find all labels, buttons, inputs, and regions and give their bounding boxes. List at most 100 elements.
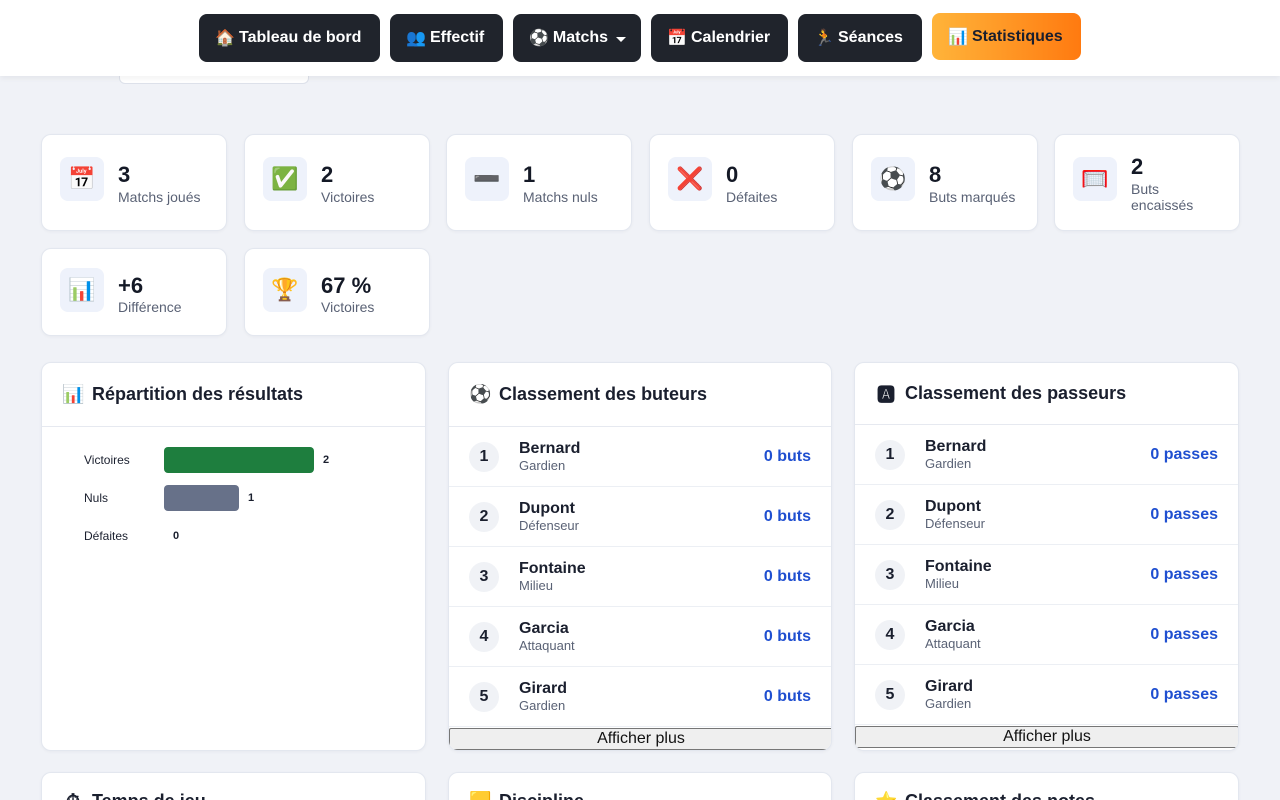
assists-panel-title: Classement des passeurs	[905, 383, 1127, 403]
bar-chart-icon: 📊	[948, 28, 968, 46]
nav-matches-label: Matchs	[552, 29, 609, 46]
player-position: Gardien	[925, 695, 972, 711]
stat-value: 1	[523, 162, 536, 187]
player-position: Gardien	[519, 457, 566, 473]
stat-label: Buts marqués	[929, 189, 1016, 205]
ranking-row: 5 Girard Gardien 0 passes	[855, 665, 1238, 725]
stat-value: 2	[1131, 154, 1144, 179]
stat-label: Buts encaissés	[1131, 181, 1194, 213]
rank-badge: 2	[469, 501, 499, 532]
stat-value: 67 %	[321, 273, 372, 298]
player-name[interactable]: Garcia	[519, 620, 575, 638]
nav-sessions-button[interactable]: 🏃 Séances	[798, 14, 922, 62]
nav-dashboard-button[interactable]: 🏠 Tableau de bord	[199, 14, 380, 62]
player-stat-value: 0 buts	[763, 687, 811, 705]
player-stat-value: 0 buts	[763, 447, 811, 465]
rank-badge: 1	[875, 439, 905, 470]
player-stat-value: 0 passes	[1150, 505, 1218, 523]
nav-squad-button[interactable]: 👥 Effectif	[390, 14, 503, 62]
rank-badge: 2	[875, 499, 905, 530]
rank-badge: 3	[469, 561, 499, 592]
runner-icon: 🏃	[814, 30, 834, 47]
player-position: Gardien	[925, 455, 972, 471]
stat-label: Défaites	[726, 189, 778, 205]
soccer-ball-icon: ⚽	[871, 157, 915, 201]
player-stat-value: 0 buts	[763, 567, 811, 585]
bar-row: Nuls 1	[84, 485, 254, 511]
ranking-row: 1 Bernard Gardien 0 buts	[449, 427, 831, 487]
nav-dashboard-label: Tableau de bord	[239, 29, 362, 46]
nav-matches-dropdown[interactable]: ⚽ Matchs	[513, 14, 641, 62]
player-stat-value: 0 buts	[763, 627, 811, 645]
player-info: Bernard Gardien	[925, 438, 986, 472]
player-name[interactable]: Bernard	[519, 440, 580, 458]
house-icon: 🏠	[215, 30, 235, 47]
player-stat-value: 0 passes	[1150, 625, 1218, 643]
ranking-row: 3 Fontaine Milieu 0 passes	[855, 545, 1238, 605]
player-name[interactable]: Girard	[519, 680, 567, 698]
ranking-row: 4 Garcia Attaquant 0 buts	[449, 607, 831, 667]
check-icon: ✅	[263, 157, 307, 201]
ranking-row: 2 Dupont Défenseur 0 buts	[449, 487, 831, 547]
stat-value: 2	[321, 162, 334, 187]
people-icon: 👥	[406, 30, 426, 47]
assists-list: 1 Bernard Gardien 0 passes 2 Dupont Défenseur 0…	[855, 425, 1238, 725]
player-stat-value: 0 passes	[1150, 565, 1218, 583]
stopwatch-icon: ⏱	[62, 791, 84, 800]
player-name[interactable]: Dupont	[925, 498, 985, 516]
soccer-ball-icon: ⚽	[469, 384, 492, 404]
letter-a-icon: 🅰	[877, 384, 895, 405]
stat-card-goals-conceded: 🥅 2 Buts encaissés	[1054, 134, 1240, 231]
player-name[interactable]: Dupont	[519, 500, 579, 518]
stat-card-goal-difference: 📊 +6 Différence	[41, 248, 227, 336]
rank-badge: 3	[875, 559, 905, 590]
player-position: Attaquant	[519, 637, 575, 653]
player-name[interactable]: Fontaine	[519, 560, 586, 578]
player-position: Défenseur	[925, 515, 985, 531]
rank-badge: 4	[875, 619, 905, 650]
nav-statistics-button[interactable]: 📊 Statistiques	[932, 13, 1081, 60]
player-stat-value: 0 passes	[1150, 685, 1218, 703]
assists-panel: 🅰 Classement des passeurs 1 Bernard Gardie…	[854, 362, 1239, 751]
assists-panel-header: 🅰 Classement des passeurs	[855, 363, 1238, 425]
cross-icon: ❌	[668, 157, 712, 201]
ranking-row: 1 Bernard Gardien 0 passes	[855, 425, 1238, 485]
ratings-panel-title: Classement des notes	[905, 791, 1095, 800]
main-nav: 🏠 Tableau de bord 👥 Effectif ⚽ Matchs 📅 …	[199, 13, 1081, 62]
player-stat-value: 0 buts	[763, 507, 811, 525]
player-info: Garcia Attaquant	[925, 618, 981, 652]
player-name[interactable]: Garcia	[925, 618, 981, 636]
scorers-show-more-button[interactable]: Afficher plus	[449, 728, 831, 750]
rank-badge: 5	[469, 681, 499, 712]
calendar-icon: 📅	[60, 157, 104, 201]
stat-card-goals-scored: ⚽ 8 Buts marqués	[852, 134, 1038, 231]
stat-label: Victoires	[321, 189, 375, 205]
stat-value: 8	[929, 162, 942, 187]
playtime-panel: ⏱ Temps de jeu	[41, 772, 426, 800]
stat-label: Matchs joués	[118, 189, 201, 205]
stat-value: 0	[726, 162, 739, 187]
player-name[interactable]: Girard	[925, 678, 973, 696]
player-info: Dupont Défenseur	[925, 498, 985, 532]
rank-badge: 1	[469, 441, 499, 472]
player-info: Fontaine Milieu	[925, 558, 992, 592]
calendar-icon: 📅	[667, 30, 687, 47]
player-name[interactable]: Fontaine	[925, 558, 992, 576]
stat-value: +6	[118, 273, 144, 298]
results-bar-chart: Victoires 2 Nuls 1 Défaites 0	[42, 427, 425, 727]
nav-statistics-label: Statistiques	[972, 27, 1063, 45]
ranking-row: 2 Dupont Défenseur 0 passes	[855, 485, 1238, 545]
soccer-ball-icon: ⚽	[529, 30, 549, 47]
assists-show-more-button[interactable]: Afficher plus	[855, 726, 1238, 748]
scorers-panel: ⚽ Classement des buteurs 1 Bernard Gardien…	[448, 362, 832, 751]
goal-net-icon: 🥅	[1073, 157, 1117, 201]
results-panel: 📊 Répartition des résultats Victoires 2 Nu…	[41, 362, 426, 751]
nav-calendar-button[interactable]: 📅 Calendrier	[651, 14, 788, 62]
player-name[interactable]: Bernard	[925, 438, 986, 456]
ranking-row: 4 Garcia Attaquant 0 passes	[855, 605, 1238, 665]
nav-sessions-label: Séances	[838, 29, 903, 46]
top-navbar: 🏠 Tableau de bord 👥 Effectif ⚽ Matchs 📅 …	[0, 0, 1280, 76]
bar-value: 0	[173, 530, 180, 542]
bar-row: Défaites 0	[84, 523, 179, 549]
stat-label: Matchs nuls	[523, 189, 598, 205]
